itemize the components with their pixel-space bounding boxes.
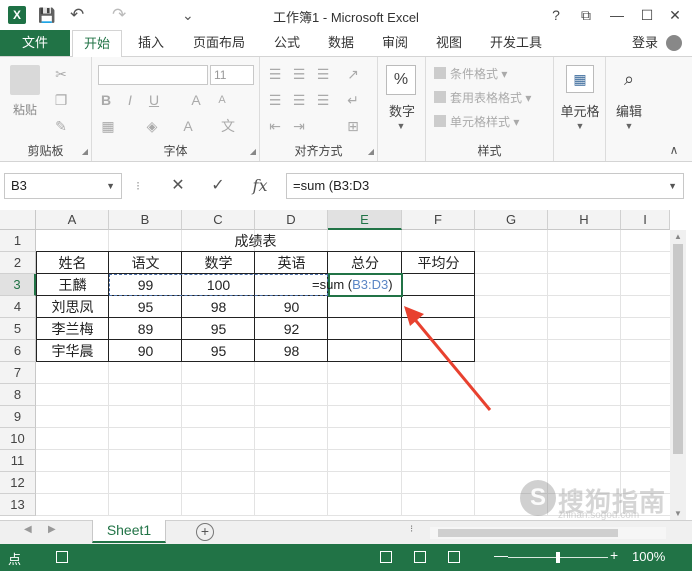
zoom-in-button[interactable]: +	[610, 547, 618, 563]
add-sheet-button[interactable]: +	[196, 523, 214, 541]
zoom-slider-thumb[interactable]	[556, 552, 560, 563]
sheet-tab-bar: ◀ ▶ Sheet1 + ⁝	[0, 520, 692, 544]
macro-record-icon[interactable]	[56, 551, 68, 563]
watermark-logo: S	[520, 480, 556, 516]
zoom-level[interactable]: 100%	[632, 549, 665, 564]
prev-sheet-icon[interactable]: ◀	[24, 524, 32, 535]
normal-view-icon[interactable]	[380, 551, 392, 563]
sheet-tab-sheet1[interactable]: Sheet1	[92, 520, 166, 543]
red-arrow-shaft	[410, 315, 492, 411]
horizontal-scrollbar[interactable]	[430, 527, 666, 539]
horizontal-scroll-thumb[interactable]	[438, 529, 618, 537]
sheet-bar-dots-icon: ⁝	[410, 524, 414, 535]
tab-home[interactable]: 开始	[72, 30, 122, 57]
next-sheet-icon[interactable]: ▶	[48, 524, 56, 535]
status-mode: 点	[8, 552, 22, 567]
page-break-view-icon[interactable]	[448, 551, 460, 563]
zoom-out-button[interactable]: —	[494, 547, 508, 563]
status-bar: 点 — + 100%	[0, 544, 692, 571]
watermark: S 搜狗指南 zhinan.sogou.com	[520, 480, 690, 521]
red-arrow-head	[404, 306, 424, 326]
page-layout-view-icon[interactable]	[414, 551, 426, 563]
